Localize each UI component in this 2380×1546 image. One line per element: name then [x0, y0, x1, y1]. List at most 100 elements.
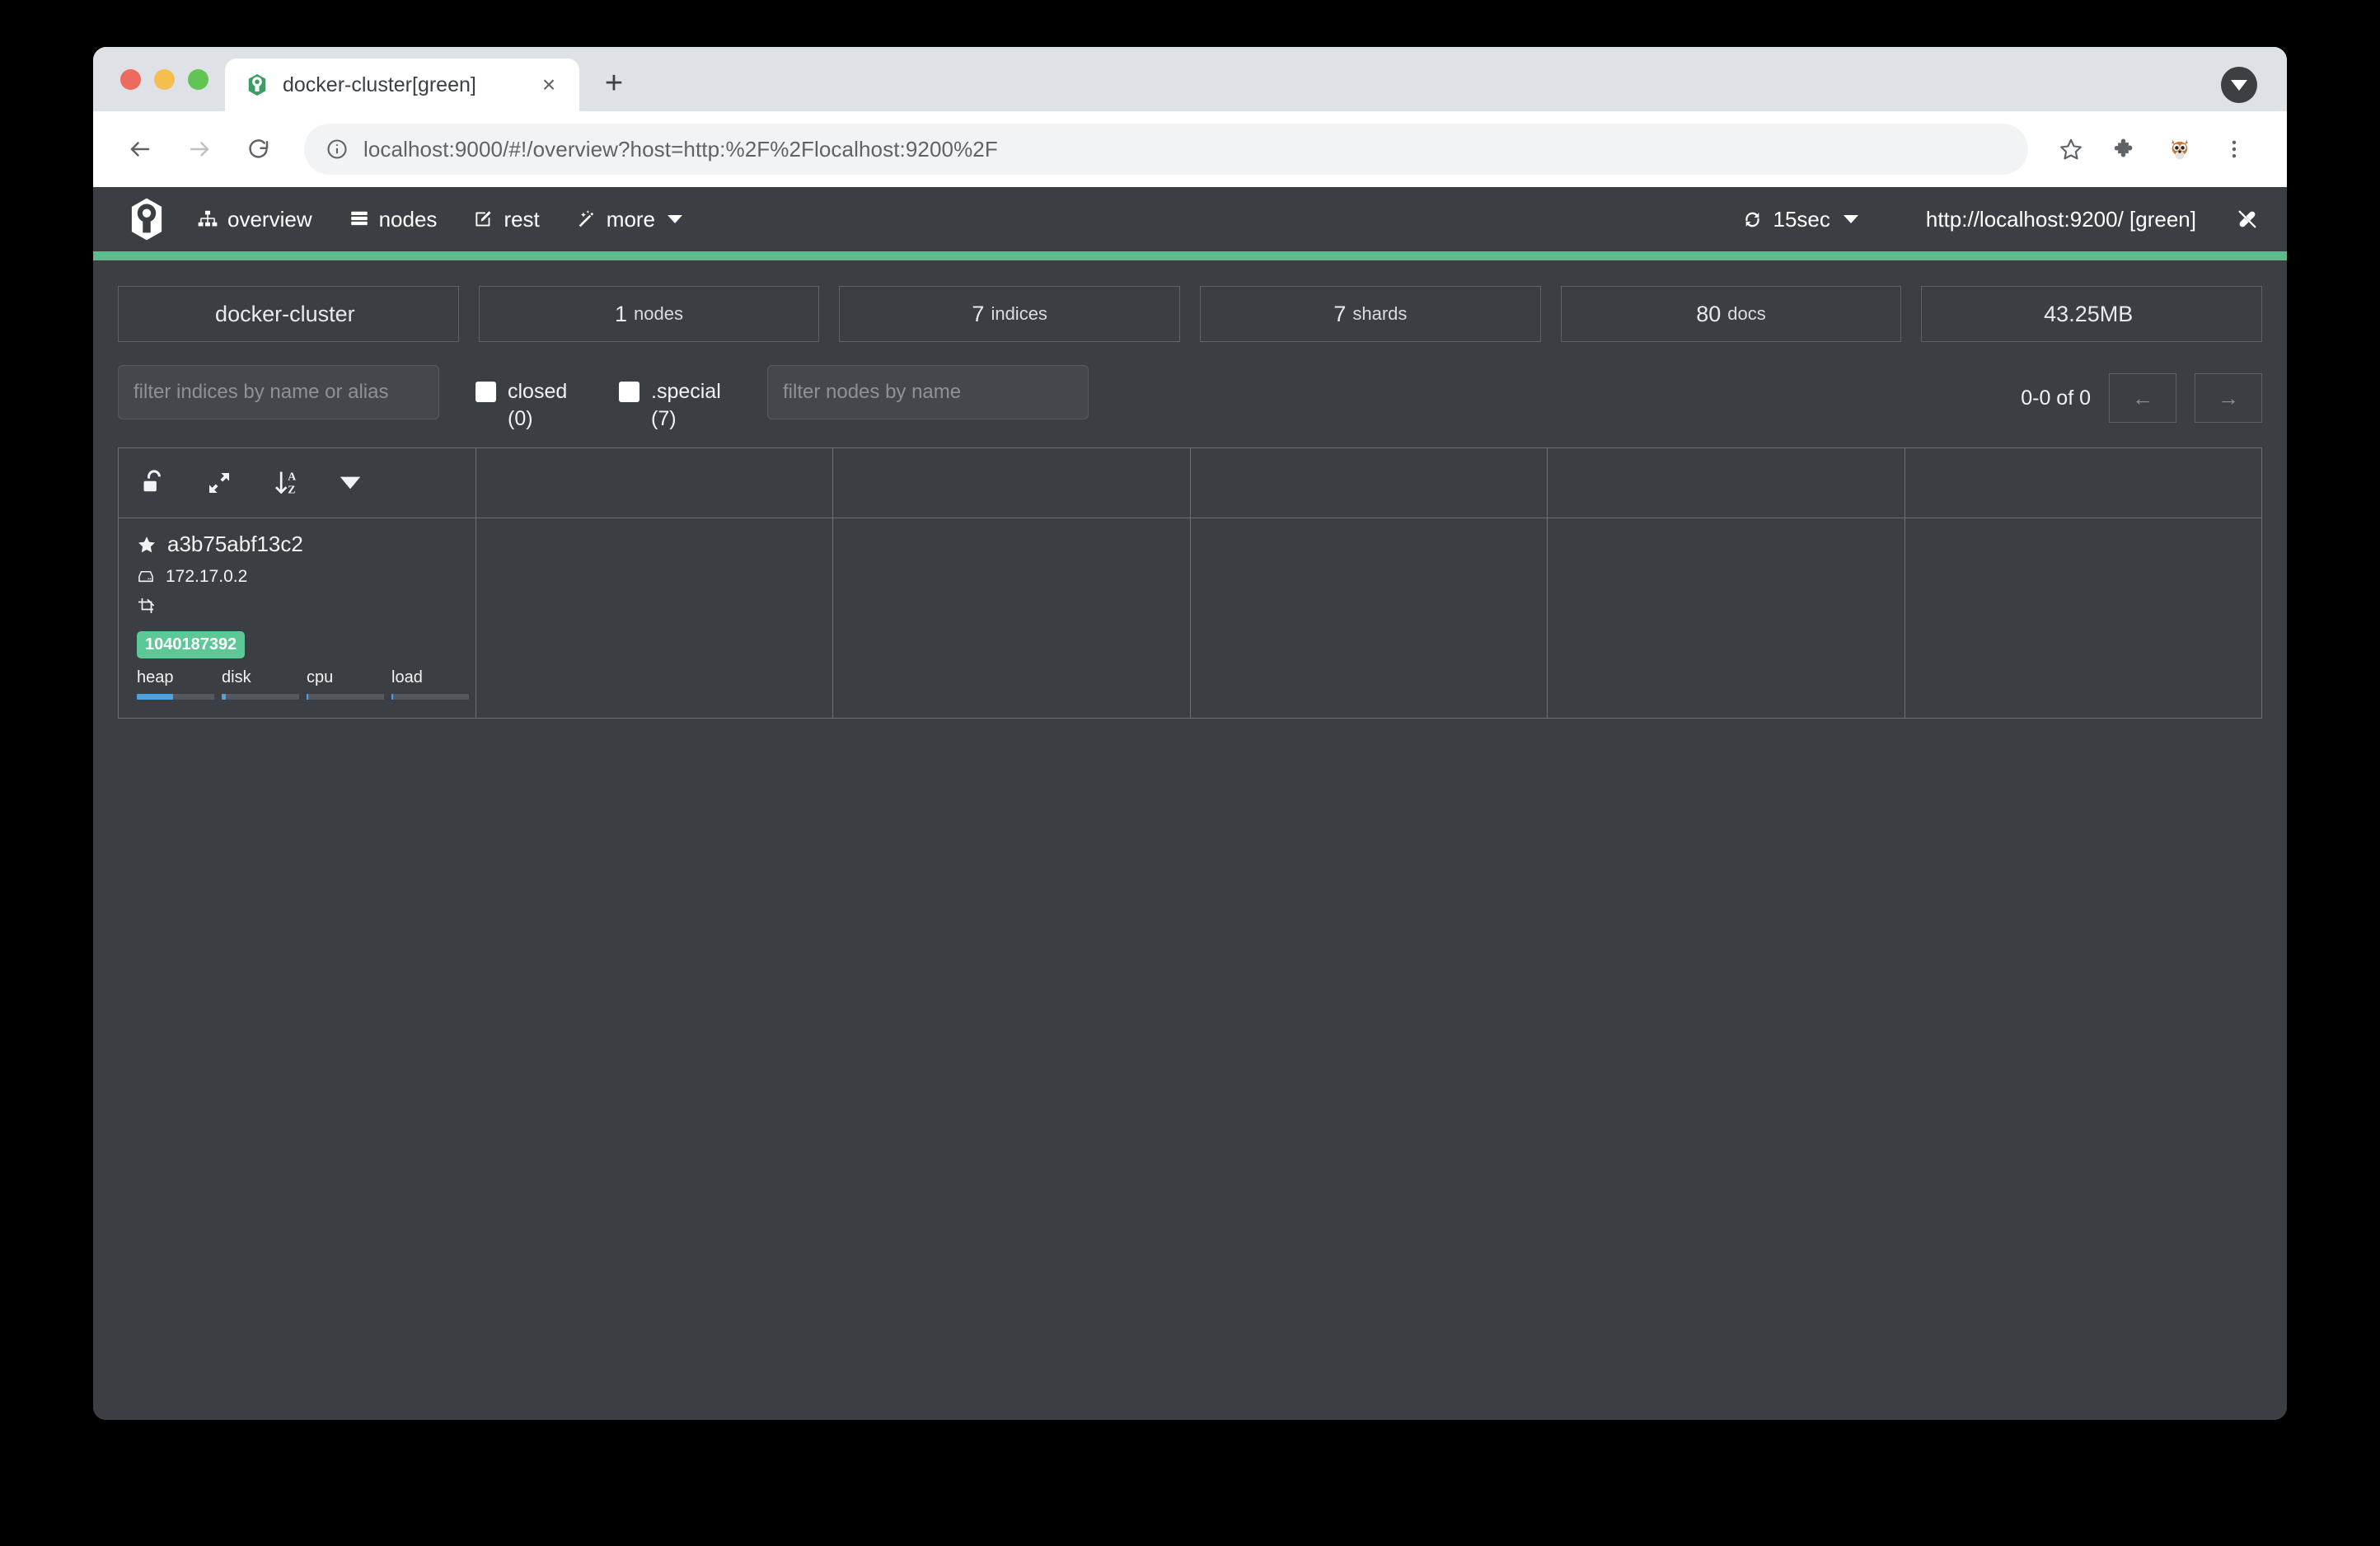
status-accent-bar — [93, 251, 2287, 260]
node-metrics: heap disk cpu load — [137, 668, 469, 700]
chevron-down-icon — [668, 215, 683, 223]
metric-load-track — [391, 694, 469, 700]
pagination: 0-0 of 0 ← → — [2021, 365, 2262, 423]
squirrel-avatar-icon[interactable] — [2157, 126, 2203, 172]
nav-item-rest[interactable]: rest — [455, 187, 557, 251]
stat-value: 43.25MB — [2044, 301, 2134, 326]
refresh-interval-selector[interactable]: 15sec — [1724, 207, 1876, 232]
server-list-icon — [349, 208, 370, 230]
browser-window: docker-cluster[green] × + localhost:9000… — [93, 47, 2287, 1420]
node-name-line: a3b75abf13c2 — [137, 532, 457, 557]
cluster-table: A Z a3b75abf13c2 172.17.0.2 1040187392 h… — [118, 447, 2263, 719]
metric-disk-label: disk — [222, 668, 251, 686]
nav-item-overview[interactable]: overview — [179, 187, 330, 251]
info-circle-icon[interactable] — [326, 138, 349, 161]
downloads-indicator-icon[interactable] — [2221, 67, 2257, 103]
cerebro-favicon — [245, 73, 269, 97]
caret-down-icon[interactable] — [338, 474, 363, 492]
nav-item-more[interactable]: more — [558, 187, 700, 251]
minimize-window-button[interactable] — [154, 68, 175, 90]
metric-load-fill — [391, 694, 393, 700]
stat-card-indices: 7 indices — [839, 286, 1181, 342]
metric-disk: disk — [222, 668, 307, 700]
stat-unit: shards — [1352, 303, 1408, 324]
unlock-icon[interactable] — [140, 469, 168, 497]
metric-heap: heap — [137, 668, 222, 700]
checkbox-box[interactable] — [619, 382, 640, 402]
new-tab-button[interactable]: + — [591, 60, 637, 106]
tab-strip: docker-cluster[green] × + — [93, 47, 2287, 111]
node-ip-line: 172.17.0.2 — [137, 567, 457, 587]
puzzle-icon[interactable] — [2102, 126, 2148, 172]
node-name: a3b75abf13c2 — [167, 532, 303, 556]
checkbox-closed[interactable]: closed (0) — [476, 378, 583, 432]
back-button[interactable] — [115, 124, 166, 175]
app-navbar: overview nodes rest more 15sec http://lo… — [93, 187, 2287, 251]
edit-square-icon — [473, 208, 494, 230]
metric-heap-label: heap — [137, 668, 174, 686]
browser-tab[interactable]: docker-cluster[green] × — [225, 59, 579, 111]
checkbox-box[interactable] — [476, 382, 496, 402]
three-dot-menu-icon[interactable] — [2211, 126, 2257, 172]
stat-value: 80 — [1696, 301, 1722, 326]
cluster-stats-row: docker-cluster 1 nodes 7 indices 7 shard… — [118, 286, 2263, 342]
table-header-row: A Z — [118, 447, 2263, 518]
stat-card-cluster-name: docker-cluster — [118, 286, 459, 342]
maximize-window-button[interactable] — [188, 68, 208, 90]
nav-item-rest-label: rest — [504, 206, 540, 232]
stat-card-docs: 80 docs — [1560, 286, 1902, 342]
node-tools-header: A Z — [118, 447, 476, 518]
stat-unit: nodes — [634, 303, 683, 324]
metric-heap-track — [137, 694, 214, 700]
checkbox-special[interactable]: .special (7) — [619, 378, 726, 432]
browser-toolbar: localhost:9000/#!/overview?host=http:%2F… — [93, 111, 2287, 187]
forward-button[interactable] — [174, 124, 225, 175]
table-cell — [1189, 518, 1548, 719]
metric-cpu-label: cpu — [307, 668, 334, 686]
cerebro-logo[interactable] — [115, 194, 179, 244]
navbar-right: 15sec http://localhost:9200/ [green] — [1724, 207, 2267, 232]
table-cell — [832, 518, 1191, 719]
star-icon[interactable] — [2048, 126, 2094, 172]
address-bar-url: localhost:9000/#!/overview?host=http:%2F… — [363, 136, 998, 162]
pagination-prev-button[interactable]: ← — [2109, 373, 2176, 423]
refresh-icon — [1742, 209, 1763, 230]
nav-item-more-label: more — [606, 206, 656, 232]
sort-alpha-down-icon[interactable]: A Z — [270, 468, 300, 498]
expand-arrows-icon[interactable] — [206, 470, 232, 496]
refresh-interval-label: 15sec — [1773, 206, 1830, 232]
table-cell — [1904, 518, 2263, 719]
app-content: docker-cluster 1 nodes 7 indices 7 shard… — [93, 260, 2287, 1420]
chevron-down-icon — [1843, 215, 1858, 223]
nodes-filter-input[interactable] — [767, 365, 1089, 419]
close-window-button[interactable] — [120, 68, 141, 90]
cerebro-app: overview nodes rest more 15sec http://lo… — [93, 187, 2287, 1420]
nodes-filter-wrap — [767, 365, 1089, 419]
stat-value: 7 — [972, 301, 985, 326]
stat-value: 7 — [1333, 301, 1347, 326]
metric-disk-fill — [222, 694, 226, 700]
table-row: a3b75abf13c2 172.17.0.2 1040187392 heap … — [118, 518, 2263, 719]
plug-disconnect-icon — [2236, 208, 2259, 231]
star-icon — [137, 535, 157, 555]
stat-card-nodes: 1 nodes — [478, 286, 820, 342]
checkbox-special-label: .special (7) — [651, 380, 721, 430]
stat-unit: indices — [991, 303, 1047, 324]
svg-text:Z: Z — [288, 484, 295, 496]
sitemap-icon — [197, 208, 218, 230]
pagination-next-button[interactable]: → — [2195, 373, 2262, 423]
table-header-col-2 — [475, 447, 834, 518]
reload-button[interactable] — [233, 124, 284, 175]
pagination-range: 0-0 of 0 — [2021, 386, 2091, 410]
node-heap-badge: 1040187392 — [137, 631, 246, 658]
metric-heap-fill — [137, 694, 174, 700]
tab-strip-right — [2221, 67, 2287, 111]
indices-filter-input[interactable] — [118, 365, 439, 419]
address-bar[interactable]: localhost:9000/#!/overview?host=http:%2F… — [304, 124, 2028, 175]
nav-item-nodes[interactable]: nodes — [330, 187, 456, 251]
stat-unit: docs — [1727, 303, 1766, 324]
table-header-col-4 — [1189, 447, 1548, 518]
close-tab-button[interactable]: × — [533, 69, 565, 101]
data-node-icon — [137, 597, 157, 616]
disconnect-button[interactable] — [2218, 208, 2267, 231]
